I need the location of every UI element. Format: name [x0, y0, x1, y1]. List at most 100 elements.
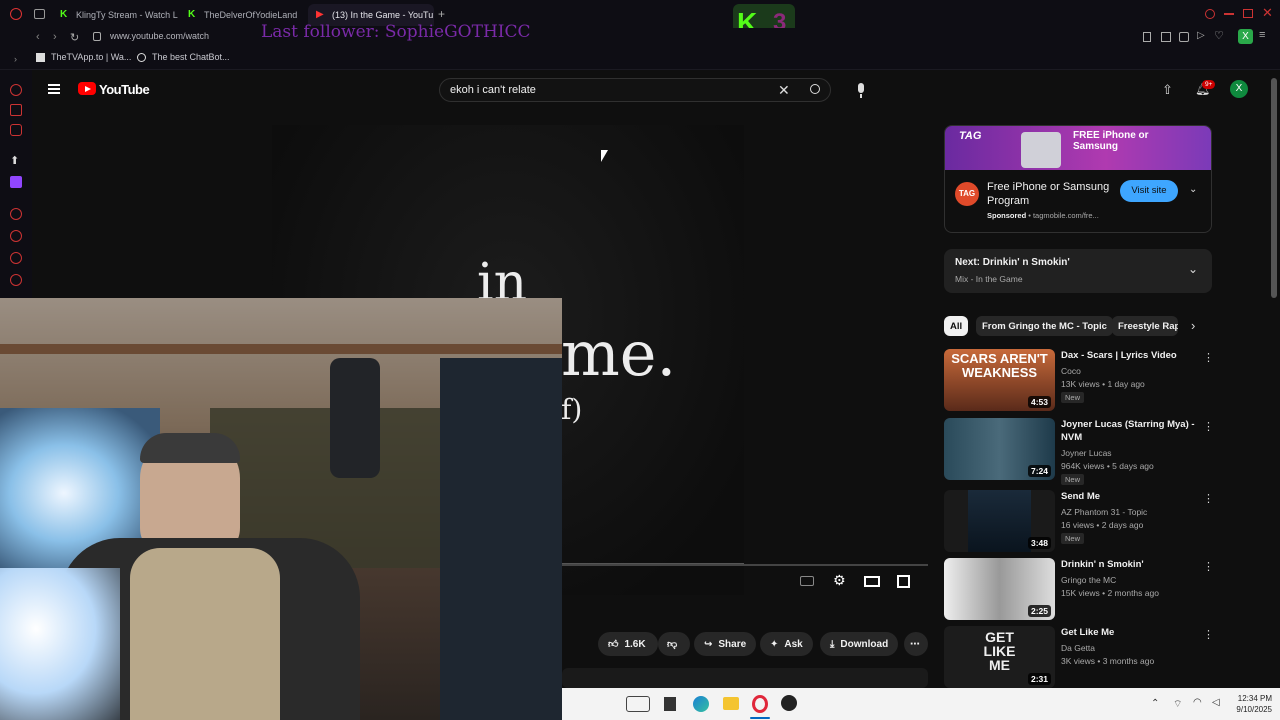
- hamburger-menu-icon[interactable]: [48, 84, 60, 86]
- recommendation-item[interactable]: 3:48 Send Me AZ Phantom 31 - Topic 16 vi…: [944, 490, 1224, 554]
- mix-expand-chevron-icon[interactable]: ⌄: [1188, 262, 1198, 276]
- clock-date[interactable]: 9/10/2025: [1226, 705, 1272, 714]
- history-icon[interactable]: [10, 230, 22, 242]
- recommendation-item[interactable]: SCARS AREN'T WEAKNESS 4:53 Dax - Scars |…: [944, 349, 1224, 413]
- task-view-icon[interactable]: [626, 696, 650, 712]
- minimize-icon[interactable]: [1224, 13, 1234, 15]
- channel-name[interactable]: Gringo the MC: [1061, 575, 1116, 585]
- cc-icon[interactable]: [800, 576, 814, 586]
- voice-search-icon[interactable]: [850, 80, 872, 102]
- like-button[interactable]: 👍︎ 1.6K: [598, 632, 658, 656]
- network-icon[interactable]: ⌔: [1173, 698, 1182, 711]
- bookmarks-arrow-icon[interactable]: ›: [14, 54, 17, 64]
- ad-expand-chevron-icon[interactable]: ⌄: [1189, 184, 1197, 195]
- download-button[interactable]: ⤓ Download: [820, 632, 899, 656]
- video-thumbnail[interactable]: 3:48: [944, 490, 1055, 552]
- edge-icon[interactable]: [693, 696, 709, 712]
- more-options-icon[interactable]: ⋮: [1203, 492, 1214, 505]
- chips-next-arrow-icon[interactable]: ›: [1191, 318, 1195, 333]
- player-icon[interactable]: ▷: [1197, 30, 1205, 41]
- settings-icon[interactable]: [10, 274, 22, 286]
- video-title[interactable]: Get Like Me: [1061, 626, 1201, 639]
- more-options-icon[interactable]: ⋮: [1203, 628, 1214, 641]
- recommendation-item[interactable]: GET LIKE ME 2:31 Get Like Me Da Getta 3K…: [944, 626, 1224, 688]
- video-title[interactable]: Joyner Lucas (Starring Mya) - NVM: [1061, 418, 1201, 444]
- messenger-icon[interactable]: [10, 104, 22, 116]
- profile-avatar[interactable]: X: [1238, 29, 1253, 44]
- opera-taskbar-icon[interactable]: [752, 695, 768, 713]
- opera-logo-icon[interactable]: [10, 8, 22, 20]
- search-tabs-icon[interactable]: [1205, 9, 1215, 19]
- chip-all[interactable]: All: [944, 316, 969, 336]
- channel-name[interactable]: Joyner Lucas: [1061, 448, 1112, 458]
- ad-banner[interactable]: TAG FREE iPhone or Samsung: [945, 126, 1211, 170]
- player-fullscreen-icon[interactable]: [897, 575, 910, 588]
- page-scrollbar[interactable]: [1271, 78, 1277, 298]
- channel-name[interactable]: AZ Phantom 31 - Topic: [1061, 507, 1147, 517]
- bookmark-thetvapp[interactable]: TheTVApp.to | Wa...: [36, 52, 131, 62]
- tray-chevron-icon[interactable]: ⌃: [1151, 698, 1159, 709]
- search-icon[interactable]: [810, 84, 820, 94]
- chip-freestyle[interactable]: Freestyle Rap: [1112, 316, 1178, 336]
- recommendation-item[interactable]: 7:24 Joyner Lucas (Starring Mya) - NVM J…: [944, 418, 1224, 485]
- video-title[interactable]: Dax - Scars | Lyrics Video: [1061, 349, 1201, 362]
- url-field[interactable]: www.youtube.com/watch: [110, 31, 209, 41]
- video-thumbnail[interactable]: SCARS AREN'T WEAKNESS 4:53: [944, 349, 1055, 411]
- video-title[interactable]: Send Me: [1061, 490, 1201, 503]
- obs-icon[interactable]: [781, 695, 797, 711]
- ai-icon[interactable]: [10, 84, 22, 96]
- twitch-icon[interactable]: [10, 176, 22, 188]
- ad-title[interactable]: Free iPhone or Samsung Program: [987, 180, 1117, 208]
- channel-name[interactable]: Coco: [1061, 366, 1081, 376]
- reload-icon[interactable]: ↻: [70, 31, 79, 44]
- chip-gringo[interactable]: From Gringo the MC - Topic: [976, 316, 1113, 336]
- menu-icon[interactable]: ≡: [1259, 29, 1265, 41]
- tab-klingty[interactable]: K KlingTy Stream - Watch L: [52, 4, 178, 26]
- bookmark-chatbot[interactable]: The best ChatBot...: [137, 52, 230, 62]
- video-thumbnail[interactable]: 7:24: [944, 418, 1055, 480]
- user-avatar[interactable]: X: [1230, 80, 1248, 98]
- bookmark-icon[interactable]: [1143, 32, 1151, 42]
- extensions-icon[interactable]: [10, 252, 22, 264]
- player-theater-icon[interactable]: [864, 576, 880, 587]
- more-actions-button[interactable]: ⋯: [904, 632, 928, 656]
- dislike-button[interactable]: 👎︎: [658, 632, 690, 656]
- more-options-icon[interactable]: ⋮: [1203, 351, 1214, 364]
- maximize-icon[interactable]: [1243, 9, 1253, 18]
- clock-time[interactable]: 12:34 PM: [1230, 694, 1272, 703]
- youtube-logo-text[interactable]: YouTube: [99, 82, 150, 97]
- wifi-icon[interactable]: ◠: [1193, 697, 1202, 708]
- video-thumbnail[interactable]: GET LIKE ME 2:31: [944, 626, 1055, 688]
- forward-icon[interactable]: ›: [53, 31, 57, 43]
- video-title[interactable]: Drinkin' n Smokin': [1061, 558, 1201, 571]
- youtube-logo-icon[interactable]: [78, 82, 96, 95]
- cursor-icon[interactable]: ⬆: [10, 154, 22, 167]
- shield-icon[interactable]: [1179, 32, 1189, 42]
- volume-icon[interactable]: ◁: [1212, 697, 1220, 708]
- snapshot-icon[interactable]: [1161, 32, 1171, 42]
- player-progress-track[interactable]: [562, 564, 928, 566]
- player-settings-icon[interactable]: ⚙: [833, 572, 846, 589]
- channel-name[interactable]: Da Getta: [1061, 643, 1095, 653]
- ad-card[interactable]: TAG FREE iPhone or Samsung TAG Free iPho…: [944, 125, 1212, 233]
- description-box[interactable]: [562, 668, 928, 688]
- new-tab-button[interactable]: +: [438, 7, 445, 21]
- file-explorer-icon[interactable]: [723, 697, 739, 710]
- visit-site-button[interactable]: Visit site: [1120, 180, 1178, 202]
- ask-button[interactable]: ✦ Ask: [760, 632, 813, 656]
- search-input[interactable]: ekoh i can't relate: [450, 84, 536, 96]
- video-thumbnail[interactable]: 2:25: [944, 558, 1055, 620]
- heart-icon[interactable]: ♡: [1214, 29, 1224, 42]
- share-button[interactable]: ↪ Share: [694, 632, 757, 656]
- tab-overview-icon[interactable]: [34, 9, 45, 19]
- recommendation-item[interactable]: 2:25 Drinkin' n Smokin' Gringo the MC 15…: [944, 558, 1224, 622]
- player-sidebar-icon[interactable]: [10, 208, 22, 220]
- instagram-icon[interactable]: [10, 124, 22, 136]
- clear-search-icon[interactable]: ✕: [778, 82, 790, 99]
- more-options-icon[interactable]: ⋮: [1203, 420, 1214, 433]
- more-options-icon[interactable]: ⋮: [1203, 560, 1214, 573]
- app-icon[interactable]: [664, 697, 676, 711]
- upload-icon[interactable]: ⇧: [1162, 82, 1173, 98]
- close-window-icon[interactable]: ✕: [1262, 5, 1273, 21]
- mix-panel[interactable]: Next: Drinkin' n Smokin' Mix - In the Ga…: [944, 249, 1212, 293]
